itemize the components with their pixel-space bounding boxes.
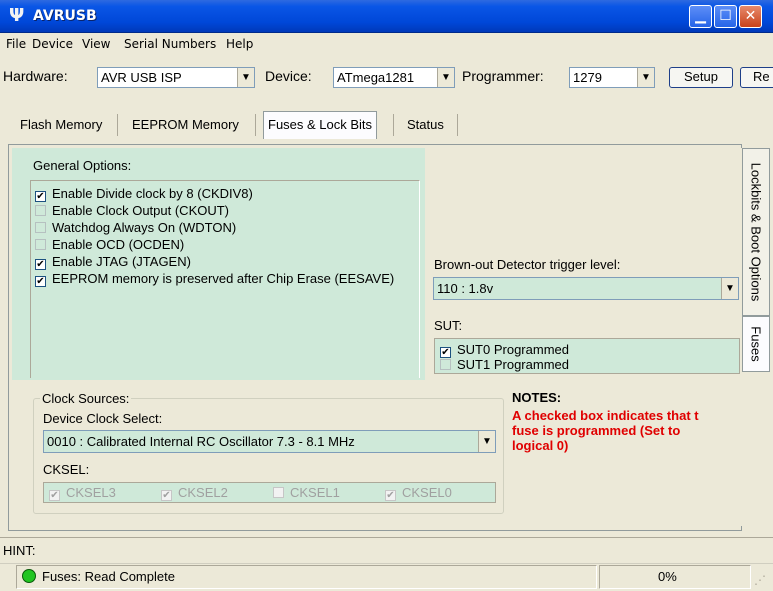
checkbox-unchecked[interactable] [35,205,46,216]
checkbox-unchecked[interactable] [35,239,46,250]
tab-divider [117,114,118,136]
cksel0-checkbox: ✔ CKSEL0 [385,485,452,501]
status-indicator-icon [22,569,36,583]
maximize-button[interactable]: ☐ [714,5,737,28]
maximize-icon: ☐ [719,8,732,24]
checkbox-unchecked[interactable] [35,222,46,233]
notes-line: fuse is programmed (Set to [512,423,681,438]
close-button[interactable]: ✕ [739,5,762,28]
window-title: AVRUSB [33,8,97,24]
programmer-label: Programmer: [462,68,544,84]
programmer-select[interactable]: 1279 ▼ [569,67,655,88]
hardware-value: AVR USB ISP [101,70,182,85]
tab-flash-memory[interactable]: Flash Memory [16,112,106,138]
notes-title: NOTES: [512,390,562,405]
option-ckout[interactable]: Enable Clock Output (CKOUT) [35,203,229,218]
notes: NOTES: A checked box indicates that t fu… [512,390,740,453]
cksel1-checkbox: CKSEL1 [273,485,340,500]
checkbox-unchecked [273,487,284,498]
clock-sources-title: Clock Sources: [40,391,132,406]
bod-value: 110 : 1.8v [437,281,494,296]
menu-bar: File Device View Serial Numbers Help [0,34,773,54]
menu-file[interactable]: File [6,37,26,51]
bod-label: Brown-out Detector trigger level: [434,257,621,272]
tab-status[interactable]: Status [403,112,448,138]
option-ckdiv8[interactable]: ✔ Enable Divide clock by 8 (CKDIV8) [35,186,253,202]
clock-select[interactable]: 0010 : Calibrated Internal RC Oscillator… [43,430,496,453]
bod-select[interactable]: 110 : 1.8v ▼ [433,277,739,300]
option-ocden[interactable]: Enable OCD (OCDEN) [35,237,184,252]
device-value: ATmega1281 [337,70,415,85]
checkbox-checked: ✔ [161,490,172,501]
option-wdton[interactable]: Watchdog Always On (WDTON) [35,220,236,235]
hint-label: HINT: [3,543,36,558]
hardware-label: Hardware: [3,68,68,84]
cksel-label: CKSEL: [43,462,90,477]
tab-fuses-side[interactable]: Fuses [742,316,770,372]
checkbox-unchecked[interactable] [440,359,451,370]
menu-serial-numbers[interactable]: Serial Numbers [124,37,216,51]
title-bar[interactable] [0,0,773,33]
clock-select-label: Device Clock Select: [43,411,163,426]
close-icon: ✕ [744,8,757,24]
option-eesave[interactable]: ✔ EEPROM memory is preserved after Chip E… [35,271,394,287]
status-text: Fuses: Read Complete [42,569,175,584]
notes-line: A checked box indicates that t [512,408,699,423]
checkbox-checked: ✔ [385,490,396,501]
tab-divider [255,114,256,136]
minimize-button[interactable]: ▁ [689,5,712,28]
avr-app-icon: Ψ [9,5,25,26]
option-sut1[interactable]: SUT1 Programmed [440,357,569,372]
chevron-down-icon[interactable]: ▼ [437,68,454,87]
tab-lockbits-boot-options[interactable]: Lockbits & Boot Options [742,148,770,316]
device-select[interactable]: ATmega1281 ▼ [333,67,455,88]
resize-grip-icon[interactable]: ⋰ [754,572,770,588]
chevron-down-icon[interactable]: ▼ [478,431,495,452]
tab-eeprom-memory[interactable]: EEPROM Memory [128,112,243,138]
programmer-value: 1279 [573,70,602,85]
cksel2-checkbox: ✔ CKSEL2 [161,485,228,501]
option-sut0[interactable]: ✔ SUT0 Programmed [440,342,569,358]
chevron-down-icon[interactable]: ▼ [237,68,254,87]
tab-divider [393,114,394,136]
chevron-down-icon[interactable]: ▼ [637,68,654,87]
tab-divider [457,114,458,136]
chevron-down-icon[interactable]: ▼ [721,278,738,299]
cksel3-checkbox: ✔ CKSEL3 [49,485,116,501]
hardware-select[interactable]: AVR USB ISP ▼ [97,67,255,88]
checkbox-checked[interactable]: ✔ [35,191,46,202]
option-jtagen[interactable]: ✔ Enable JTAG (JTAGEN) [35,254,191,270]
checkbox-checked: ✔ [49,490,60,501]
menu-help[interactable]: Help [226,37,253,51]
progress-percent: 0% [658,569,677,584]
minimize-icon: ▁ [695,8,706,24]
checkbox-checked[interactable]: ✔ [35,259,46,270]
divider [0,537,773,538]
device-label: Device: [265,68,312,84]
checkbox-checked[interactable]: ✔ [35,276,46,287]
menu-device[interactable]: Device [32,37,73,51]
tab-fuses-lock-bits[interactable]: Fuses & Lock Bits [263,111,378,139]
notes-line: logical 0) [512,438,569,453]
clock-select-value: 0010 : Calibrated Internal RC Oscillator… [47,434,355,449]
general-options-title: General Options: [33,158,132,173]
menu-view[interactable]: View [82,37,110,51]
sut-label: SUT: [434,318,463,333]
setup-button[interactable]: Setup [669,67,733,88]
read-button[interactable]: Re [740,67,773,88]
